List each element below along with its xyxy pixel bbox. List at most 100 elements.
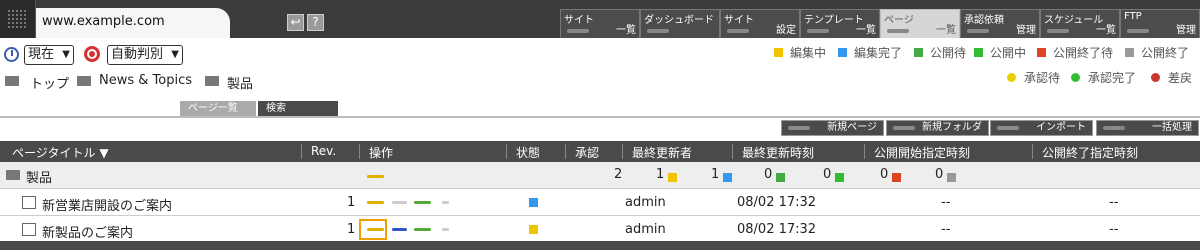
time-select[interactable]: 現在 ▼ <box>24 45 74 65</box>
publish-end: -- <box>1109 222 1119 237</box>
column-header[interactable]: 操作 <box>369 144 393 161</box>
publish-start: -- <box>941 195 951 210</box>
column-separator <box>301 144 302 159</box>
legend-approval-icon <box>1071 73 1080 82</box>
column-header[interactable]: 状態 <box>516 144 540 161</box>
nav-tab-bar <box>727 29 749 33</box>
legend-status-icon <box>974 48 983 57</box>
nav-tab-bar <box>647 29 669 33</box>
action-button-3[interactable]: インポート <box>990 120 1093 136</box>
op-preview-icon[interactable] <box>414 228 431 231</box>
nav-tab-1[interactable]: サイト 一覧 <box>560 9 640 38</box>
nav-tab-3[interactable]: サイト設定 <box>720 9 800 38</box>
tab-search[interactable]: 検索 <box>258 101 338 116</box>
publish-end: -- <box>1109 195 1119 210</box>
nav-tab-label: サイト <box>724 15 754 26</box>
back-icon[interactable]: ↩ <box>287 14 304 31</box>
last-updater: admin <box>625 222 666 237</box>
site-tab[interactable]: www.example.com <box>36 8 230 38</box>
column-header[interactable]: 公開開始指定時刻 <box>874 144 970 161</box>
nav-tab-6[interactable]: 承認依頼 管理 <box>960 9 1040 38</box>
action-button-2[interactable]: 新規フォルダ <box>886 120 989 136</box>
op-more-icon[interactable] <box>442 201 449 204</box>
breadcrumb-item[interactable]: News & Topics <box>99 73 192 88</box>
op-secondary-icon[interactable] <box>392 201 407 204</box>
legend-approval-icon <box>1151 73 1160 82</box>
status-count: 0 <box>764 167 773 182</box>
folder-icon <box>5 76 19 86</box>
action-button-1[interactable]: 新規ページ <box>781 120 884 136</box>
tab-page-list[interactable]: ページ一覧 <box>180 101 256 116</box>
status-count-icon <box>776 173 785 182</box>
legend-approval-label: 承認完了 <box>1088 71 1137 85</box>
legend-status-label: 編集完了 <box>854 46 903 60</box>
nav-tab-8[interactable]: FTP 管理 <box>1120 9 1200 38</box>
nav-tab-label: ダッシュボード <box>644 15 714 26</box>
legend-status-label: 公開終了 <box>1141 46 1190 60</box>
folder-name[interactable]: 製品 <box>26 167 52 186</box>
state-icon <box>529 198 538 207</box>
table-row[interactable]: 新営業店開設のご案内 1 admin 08/02 17:32 -- -- <box>0 189 1200 216</box>
op-more-icon[interactable] <box>442 228 449 231</box>
state-icon <box>529 225 538 234</box>
column-header[interactable]: ページタイトル ▼ <box>12 144 109 161</box>
last-updater: admin <box>625 195 666 210</box>
nav-tab-4[interactable]: テンプレート 一覧 <box>800 9 880 38</box>
nav-tab-sublabel: 一覧 <box>1096 25 1116 36</box>
table-footer <box>0 241 1200 250</box>
nav-tab-7[interactable]: スケジュール 一覧 <box>1040 9 1120 38</box>
column-header[interactable]: 最終更新時刻 <box>742 144 814 161</box>
nav-tab-sublabel: 一覧 <box>936 25 956 36</box>
table-row-folder[interactable]: 製品 2 1 1 0 0 0 0 <box>0 162 1200 189</box>
action-label: 新規ページ <box>827 122 877 133</box>
status-count: 1 <box>656 167 665 182</box>
action-label: 新規フォルダ <box>922 122 982 133</box>
rev: 1 <box>347 222 356 237</box>
nav-tab-5[interactable]: ページ 一覧 <box>880 9 960 38</box>
action-button-4[interactable]: 一括処理 <box>1096 120 1199 136</box>
page-icon <box>22 223 36 236</box>
rev: 1 <box>347 195 356 210</box>
column-header[interactable]: 最終更新者 <box>632 144 692 161</box>
nav-tab-sublabel: 管理 <box>1176 25 1196 36</box>
top-header: www.example.com ↩ ? サイト 一覧 ダッシュボード サイト 設定 テンプ… <box>0 0 1200 38</box>
action-bar <box>788 126 810 130</box>
status-count-icon <box>892 173 901 182</box>
status-count-icon <box>723 173 732 182</box>
column-header[interactable]: 公開終了指定時刻 <box>1042 144 1138 161</box>
op-edit-icon[interactable] <box>367 201 384 204</box>
op-preview-icon[interactable] <box>414 201 431 204</box>
logo-icon[interactable] <box>0 0 36 38</box>
column-separator <box>506 144 507 159</box>
nav-tab-bar <box>887 29 909 33</box>
help-icon[interactable]: ? <box>307 14 324 31</box>
judge-select-value: 自動判別 <box>111 47 164 62</box>
action-bar <box>893 126 915 130</box>
status-count: 0 <box>935 167 944 182</box>
legend-status-icon <box>838 48 847 57</box>
nav-tab-bar <box>967 29 989 33</box>
column-header[interactable]: Rev. <box>311 144 336 158</box>
op-edit-icon[interactable] <box>367 228 384 231</box>
status-count-icon <box>668 173 677 182</box>
op-secondary-icon[interactable] <box>392 228 407 231</box>
status-count: 0 <box>823 167 832 182</box>
nav-tab-2[interactable]: ダッシュボード <box>640 9 720 38</box>
page-title[interactable]: 新製品のご案内 <box>42 222 133 241</box>
judge-select[interactable]: 自動判別 ▼ <box>107 45 183 65</box>
breadcrumb-item[interactable]: 製品 <box>227 73 253 92</box>
column-separator <box>864 144 865 159</box>
target-icon <box>84 46 100 62</box>
legend-status-icon <box>914 48 923 57</box>
nav-tab-sublabel: 設定 <box>776 25 796 36</box>
page-title[interactable]: 新営業店開設のご案内 <box>42 195 172 214</box>
op-edit-icon[interactable] <box>367 175 384 178</box>
breadcrumb-item[interactable]: トップ <box>30 73 69 92</box>
status-count: 0 <box>880 167 889 182</box>
clock-icon <box>4 47 19 62</box>
column-separator <box>732 144 733 159</box>
table-row[interactable]: 新製品のご案内 1 admin 08/02 17:32 -- -- <box>0 216 1200 243</box>
column-header[interactable]: 承認 <box>575 144 599 161</box>
action-bar <box>1103 126 1125 130</box>
legend-status-icon <box>1037 48 1046 57</box>
